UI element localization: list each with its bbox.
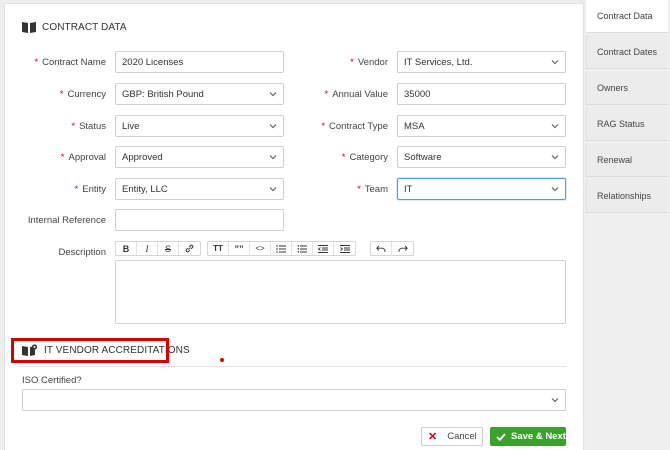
cancel-button-label: Cancel	[447, 431, 477, 442]
tab-relationships[interactable]: Relationships	[586, 180, 668, 213]
strikethrough-button[interactable]: S	[158, 242, 179, 255]
currency-select[interactable]: GBP: British Pound	[115, 83, 284, 105]
tab-owners[interactable]: Owners	[586, 72, 668, 105]
section-divider	[17, 366, 566, 367]
toolbar-group-blocks: TT ”” <>	[207, 241, 356, 256]
chevron-down-icon	[269, 92, 277, 97]
label-internal-reference: Internal Reference	[27, 215, 106, 226]
code-button[interactable]: <>	[250, 242, 271, 255]
bold-button[interactable]: B	[116, 242, 137, 255]
undo-icon	[376, 245, 386, 252]
label-team: * Team	[357, 184, 388, 195]
description-editor[interactable]	[115, 260, 566, 324]
label-status: * Status	[71, 121, 106, 132]
red-marker-dot	[220, 358, 224, 362]
chevron-down-icon	[551, 124, 559, 129]
tab-contract-dates[interactable]: Contract Dates	[586, 36, 668, 69]
numbered-list-icon	[297, 244, 307, 253]
check-icon	[496, 432, 506, 441]
heading-button[interactable]: TT	[208, 242, 229, 255]
chevron-down-icon	[269, 187, 277, 192]
save-next-button-label: Save & Next	[511, 431, 566, 442]
chevron-down-icon	[551, 60, 559, 65]
toolbar-group-history	[370, 241, 414, 256]
status-select[interactable]: Live	[115, 115, 284, 137]
chevron-down-icon	[269, 124, 277, 129]
save-next-button[interactable]: Save & Next	[490, 427, 566, 446]
sidebar-tabs: Contract Data Contract Dates Owners RAG …	[586, 0, 670, 450]
chevron-down-icon	[551, 398, 559, 403]
quote-button[interactable]: ””	[229, 242, 250, 255]
chevron-down-icon	[269, 155, 277, 160]
italic-button[interactable]: I	[137, 242, 158, 255]
indent-icon	[339, 244, 350, 253]
bullet-list-icon	[276, 244, 286, 253]
label-contract-type: * Contract Type	[321, 121, 388, 132]
label-vendor: * Vendor	[350, 57, 388, 68]
section-header-contract-data: CONTRACT DATA	[22, 21, 127, 33]
contract-name-input[interactable]: 2020 Licenses	[115, 51, 284, 73]
internal-reference-input[interactable]	[115, 209, 284, 231]
tab-contract-data[interactable]: Contract Data	[586, 0, 668, 33]
chevron-down-icon	[551, 155, 559, 160]
toolbar-group-format: B I S	[115, 241, 201, 256]
tab-rag-status[interactable]: RAG Status	[586, 108, 668, 141]
redo-button[interactable]	[392, 242, 413, 255]
label-currency: * Currency	[59, 89, 106, 100]
label-contract-name: * Contract Name	[34, 57, 106, 68]
annual-value-input[interactable]: 35000	[397, 83, 566, 105]
chevron-down-icon	[551, 187, 559, 192]
outdent-icon	[318, 244, 328, 253]
label-description: Description	[58, 247, 106, 258]
numbered-list-button[interactable]	[292, 242, 313, 255]
contract-type-select[interactable]: MSA	[397, 115, 566, 137]
label-annual-value: * Annual Value	[324, 89, 388, 100]
indent-button[interactable]	[334, 242, 355, 255]
highlight-box	[11, 338, 169, 363]
tab-renewal[interactable]: Renewal	[586, 144, 668, 177]
label-iso-certified: ISO Certified?	[22, 375, 82, 386]
section-title-contract-data: CONTRACT DATA	[42, 21, 127, 33]
book-icon	[22, 22, 36, 33]
bullet-list-button[interactable]	[271, 242, 292, 255]
vendor-select[interactable]: IT Services, Ltd.	[397, 51, 566, 73]
label-category: * Category	[341, 152, 388, 163]
undo-button[interactable]	[371, 242, 392, 255]
entity-select[interactable]: Entity, LLC	[115, 178, 284, 200]
close-icon: ✕	[428, 431, 438, 443]
category-select[interactable]: Software	[397, 146, 566, 168]
label-entity: * Entity	[74, 184, 106, 195]
outdent-button[interactable]	[313, 242, 334, 255]
label-approval: * Approval	[60, 152, 106, 163]
approval-select[interactable]: Approved	[115, 146, 284, 168]
link-button[interactable]	[179, 242, 200, 255]
rich-text-toolbar: B I S TT ”” <>	[115, 241, 420, 256]
link-icon	[185, 244, 194, 253]
iso-certified-select[interactable]	[22, 389, 566, 411]
redo-icon	[398, 245, 408, 252]
cancel-button[interactable]: ✕ Cancel	[421, 427, 483, 446]
team-select[interactable]: IT	[397, 178, 566, 200]
